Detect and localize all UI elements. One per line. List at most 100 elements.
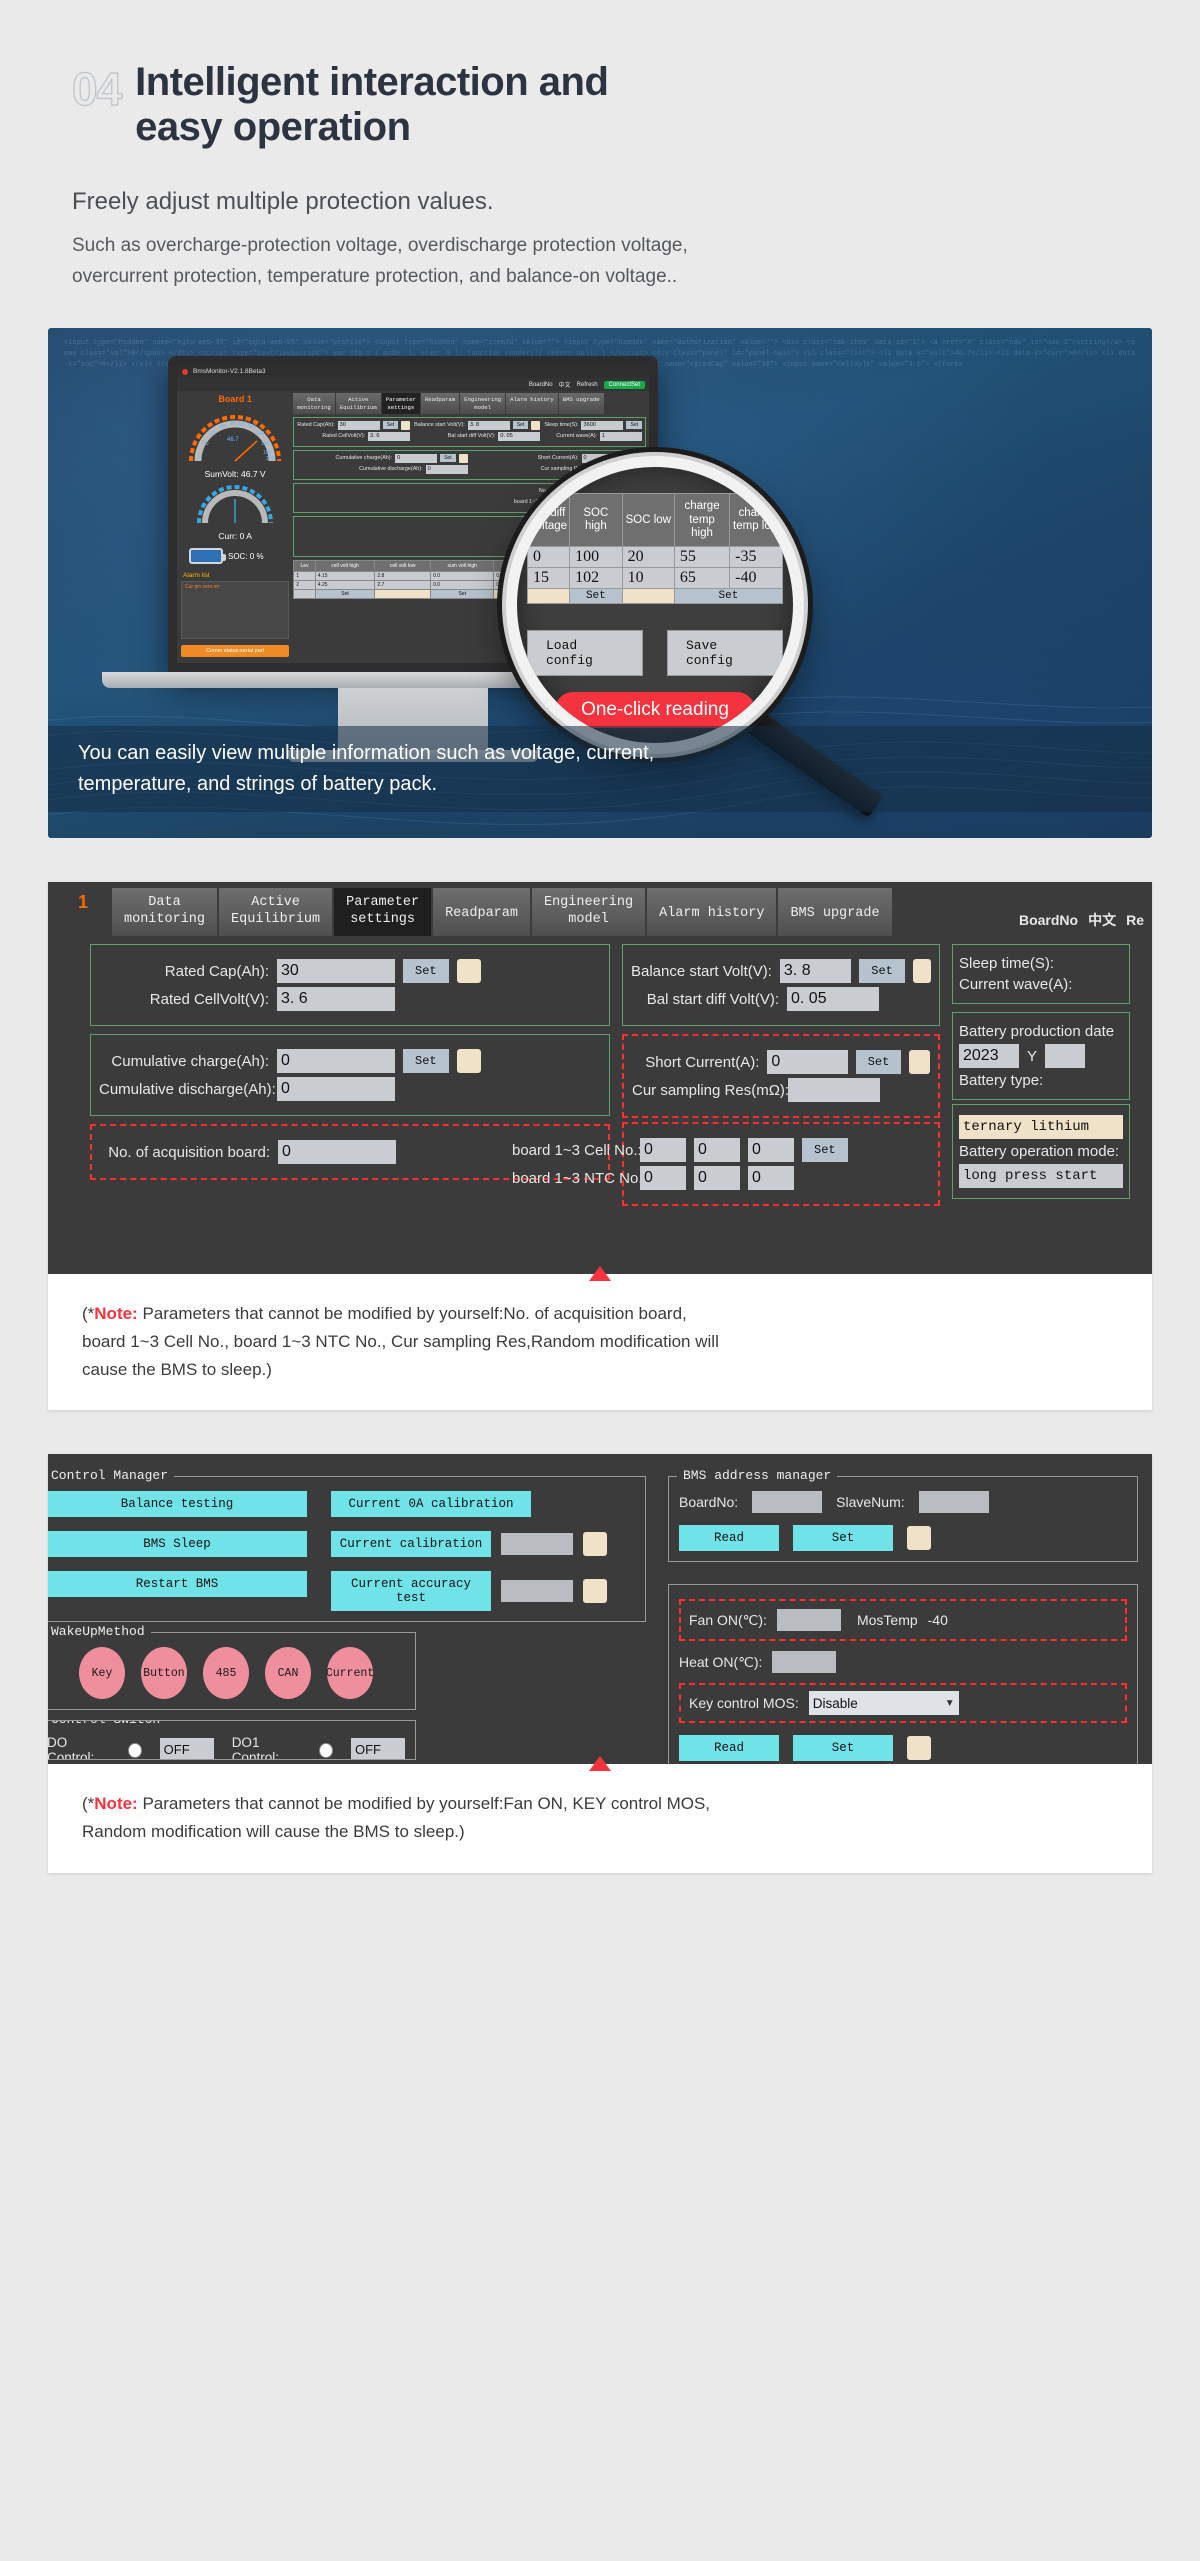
current-calibration-input[interactable] [501,1533,573,1556]
set-button[interactable]: Set [569,587,623,604]
set-button[interactable]: Set [382,421,399,430]
set-button[interactable]: Set [403,1049,449,1074]
tab-readparam[interactable]: Readparam [433,888,530,937]
boardno-input[interactable] [752,1491,823,1514]
slavenum-input[interactable] [918,1491,989,1514]
tab-parameter-settings[interactable]: Parameter settings [334,888,432,937]
balance-testing-button[interactable]: Balance testing [48,1491,307,1518]
bms-sleep-button[interactable]: BMS Sleep [48,1531,307,1558]
short-current-input[interactable]: 0 [767,1050,848,1075]
current-calibration-button[interactable]: Current calibration [331,1531,491,1558]
set-button[interactable]: Set [403,959,449,984]
cell[interactable]: 0.0 [430,579,495,590]
address-read-button[interactable]: Read [679,1525,779,1552]
rated-cap-input[interactable]: 30 [337,420,380,430]
acq-board-input[interactable]: 0 [278,1140,396,1165]
cell-no-input-3[interactable]: 0 [748,1138,794,1163]
cur-sampling-input[interactable] [788,1078,880,1103]
set-button[interactable]: Set [440,454,456,463]
wakeup-current-option[interactable]: Current [326,1647,374,1700]
battery-month-input[interactable] [1045,1044,1086,1069]
battery-oper-value[interactable]: long press start [959,1164,1123,1189]
cell-no-input-1[interactable]: 0 [640,1138,686,1163]
ntc-no-input-3[interactable]: 0 [748,1166,794,1191]
rated-cellvolt-input[interactable]: 3. 6 [368,431,411,441]
cell[interactable]: -40 [729,566,783,589]
rated-cellvolt-input[interactable]: 3. 6 [277,987,395,1012]
tab-readparam[interactable]: Readparam [420,393,460,414]
cell[interactable]: 20 [621,545,675,568]
wakeup-485-option[interactable]: 485 [203,1647,249,1700]
topbar-lang-button[interactable]: 中文 [559,380,571,389]
ntc-no-input-1[interactable]: 0 [640,1166,686,1191]
cell[interactable]: 55 [673,545,731,568]
set-button[interactable]: Set [673,587,784,604]
cum-discharge-input[interactable]: 0 [277,1077,395,1102]
cell[interactable]: 100 [569,545,623,568]
temp-set-button[interactable]: Set [793,1735,893,1762]
restart-bms-button[interactable]: Restart BMS [48,1571,307,1598]
tab-active-equilibrium[interactable]: Active Equilibrium [219,888,333,937]
set-button[interactable]: Set [314,588,376,599]
set-button[interactable]: Set [859,959,905,984]
cell[interactable]: 15 [526,566,571,589]
key-mos-select[interactable]: Disable ▼ [808,1691,959,1716]
topbar-connect-button[interactable]: ConnectSet [603,380,645,389]
balance-start-input[interactable]: 3. 8 [467,420,510,430]
tab-active-equilibrium[interactable]: Active Equilibrium [335,393,381,414]
tab-bms-upgrade[interactable]: BMS upgrade [558,393,604,414]
lang-button[interactable]: 中文 [1088,910,1116,930]
battery-type-value[interactable]: ternary lithium [959,1115,1123,1140]
topbar-refresh-button[interactable]: Refresh [577,382,598,388]
fan-on-input[interactable] [776,1609,841,1632]
sleep-time-input[interactable]: 3600 [581,420,624,430]
save-config-button[interactable]: Save config [667,629,783,676]
tab-data-monitoring[interactable]: Data monitoring [293,393,335,414]
tab-parameter-settings[interactable]: Parameter settings [381,393,420,414]
tab-engineering-model[interactable]: Engineering model [531,888,646,937]
tab-data-monitoring[interactable]: Data monitoring [112,888,218,937]
wakeup-can-option[interactable]: CAN [265,1647,311,1700]
set-button[interactable]: Set [512,421,529,430]
bal-diff-input[interactable]: 0. 05 [787,987,879,1012]
one-click-reading-button[interactable]: One-click reading [555,691,755,728]
cell[interactable]: -35 [729,545,783,568]
cell[interactable]: 2.7 [374,579,432,590]
tab-alarm-history[interactable]: Alarm history [506,393,558,414]
cum-charge-input[interactable]: 0 [277,1049,395,1074]
cell[interactable]: 65 [673,566,731,589]
cum-discharge-input[interactable]: 0 [425,464,468,474]
cell[interactable]: 4.15 [314,570,376,581]
current-0a-calibration-button[interactable]: Current 0A calibration [331,1491,531,1518]
serial-status-button[interactable]: Comm status:serial port [181,645,290,658]
temp-read-button[interactable]: Read [679,1735,779,1762]
cell[interactable]: 10 [621,566,675,589]
battery-year-input[interactable]: 2023 [959,1044,1019,1069]
cell[interactable]: 0 [526,545,571,568]
ntc-no-input-2[interactable]: 0 [694,1166,740,1191]
do-control-radio[interactable] [128,1742,142,1758]
cell[interactable]: 2.8 [374,570,432,581]
current-wave-input[interactable]: 1 [600,431,642,441]
wakeup-button-option[interactable]: Button [141,1647,187,1700]
set-button[interactable]: Set [855,1050,902,1075]
current-accuracy-test-button[interactable]: Current accuracy test [331,1571,491,1612]
cell[interactable]: 102 [569,566,623,589]
cell[interactable]: 0.0 [430,570,495,581]
heat-on-input[interactable] [772,1651,837,1674]
load-config-button[interactable]: Load config [527,629,643,676]
balance-start-input[interactable]: 3. 8 [779,959,852,984]
wakeup-key-option[interactable]: Key [79,1647,125,1700]
set-button[interactable]: Set [802,1138,848,1163]
tab-bms-upgrade[interactable]: BMS upgrade [778,888,892,937]
do1-control-radio[interactable] [319,1742,333,1758]
cell[interactable]: 4.25 [314,579,376,590]
current-accuracy-input[interactable] [501,1580,573,1603]
rated-cap-input[interactable]: 30 [277,959,395,984]
set-button[interactable]: Set [430,588,495,599]
cum-charge-input[interactable]: 0 [395,453,438,463]
tab-alarm-history[interactable]: Alarm history [647,888,777,937]
bal-diff-input[interactable]: 0. 05 [498,431,541,441]
set-button[interactable]: Set [626,421,642,430]
refresh-button[interactable]: Re [1126,912,1144,928]
